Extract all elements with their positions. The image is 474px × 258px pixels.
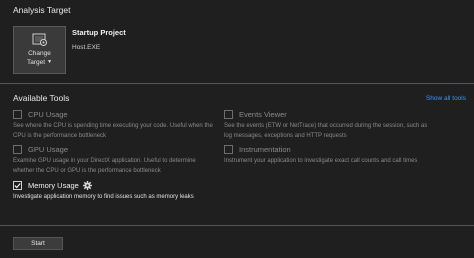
diagnostic-tools-page: Analysis Target Change Target ▼ Startup P… — [0, 0, 474, 258]
memory-usage-checkbox[interactable] — [13, 181, 22, 190]
analysis-target-heading: Analysis Target — [13, 5, 71, 15]
available-tools-heading: Available Tools — [13, 93, 70, 103]
gpu-usage-label: GPU Usage — [28, 145, 69, 154]
change-target-line2: Target — [26, 59, 46, 66]
gpu-usage-checkbox[interactable] — [13, 145, 22, 154]
gear-icon[interactable] — [82, 181, 92, 190]
checkmark-icon — [14, 183, 21, 189]
caret-down-icon: ▼ — [47, 59, 53, 65]
memory-usage-label: Memory Usage — [28, 181, 79, 190]
section-divider — [0, 83, 474, 84]
target-settings-icon — [32, 33, 48, 47]
gpu-usage-description: Examine GPU usage in your DirectX applic… — [13, 158, 196, 174]
tool-instrumentation: Instrumentation Instrument your applicat… — [224, 145, 429, 167]
start-button[interactable]: Start — [13, 237, 63, 250]
startup-project-exe: Host.EXE — [72, 44, 101, 51]
footer-divider — [0, 225, 474, 226]
show-all-tools-link[interactable]: Show all tools — [426, 95, 466, 102]
change-target-line1: Change — [28, 50, 51, 57]
startup-project-title: Startup Project — [72, 28, 126, 37]
change-target-button[interactable]: Change Target ▼ — [13, 26, 66, 74]
events-viewer-description: See the events (ETW or NetTrace) that oc… — [224, 123, 428, 139]
cpu-usage-label: CPU Usage — [28, 110, 68, 119]
events-viewer-label: Events Viewer — [239, 110, 287, 119]
change-target-label: Change Target ▼ — [27, 50, 52, 67]
cpu-usage-description: See where the CPU is spending time execu… — [13, 123, 213, 139]
tool-events-viewer: Events Viewer See the events (ETW or Net… — [224, 110, 429, 141]
tool-gpu-usage: GPU Usage Examine GPU usage in your Dire… — [13, 145, 218, 176]
instrumentation-checkbox[interactable] — [224, 145, 233, 154]
cpu-usage-checkbox[interactable] — [13, 110, 22, 119]
tool-cpu-usage: CPU Usage See where the CPU is spending … — [13, 110, 218, 141]
tool-memory-usage: Memory Usage Investigate application mem… — [13, 181, 218, 203]
memory-usage-description: Investigate application memory to find i… — [13, 194, 194, 200]
instrumentation-label: Instrumentation — [239, 145, 291, 154]
instrumentation-description: Instrument your application to investiga… — [224, 158, 418, 164]
events-viewer-checkbox[interactable] — [224, 110, 233, 119]
